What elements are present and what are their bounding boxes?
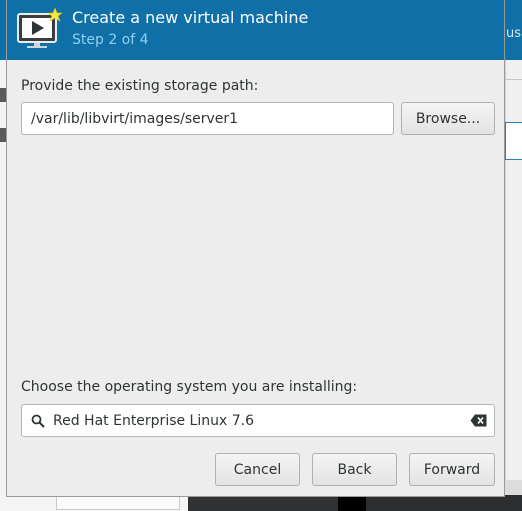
storage-path-value: /var/lib/libvirt/images/server1 — [31, 111, 239, 127]
browse-button[interactable]: Browse... — [401, 102, 495, 135]
os-search-input[interactable]: Red Hat Enterprise Linux 7.6 — [21, 404, 495, 437]
cancel-button[interactable]: Cancel — [215, 453, 300, 486]
search-icon — [31, 414, 45, 428]
os-label: Choose the operating system you are inst… — [21, 379, 358, 395]
dialog-step-indicator: Step 2 of 4 — [72, 32, 149, 48]
dialog-title: Create a new virtual machine — [72, 8, 309, 27]
back-button[interactable]: Back — [312, 453, 397, 486]
background-bottom-box — [56, 495, 180, 510]
clear-text-icon[interactable] — [470, 414, 487, 427]
background-taskbar — [188, 495, 338, 511]
background-field — [505, 122, 522, 160]
background-taskbar-gap — [338, 495, 366, 511]
background-partial-text: usa — [506, 26, 522, 41]
storage-path-label: Provide the existing storage path: — [21, 78, 259, 94]
background-taskbar — [366, 495, 522, 511]
storage-path-input[interactable]: /var/lib/libvirt/images/server1 — [21, 102, 394, 135]
new-vm-dialog: Create a new virtual machine Step 2 of 4… — [6, 0, 505, 497]
background-divider — [505, 79, 522, 80]
virtual-machine-icon — [17, 7, 63, 48]
dialog-header: Create a new virtual machine Step 2 of 4 — [7, 0, 504, 60]
os-search-value: Red Hat Enterprise Linux 7.6 — [53, 413, 254, 429]
forward-button[interactable]: Forward — [409, 453, 495, 486]
